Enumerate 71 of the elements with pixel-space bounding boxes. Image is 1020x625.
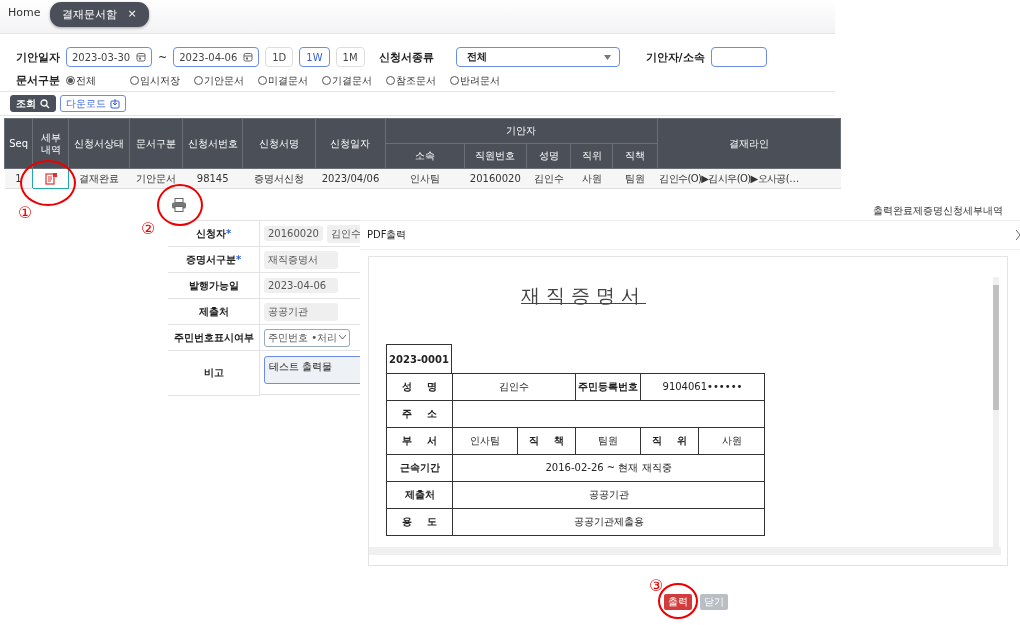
document-number: 2023-0001 [386,344,452,373]
field-label: 주민번호표시여부 [173,330,254,345]
table-cell: 주민등록번호 [575,373,641,401]
field-label: 신청자* [195,226,232,241]
annotation-number: ① [18,203,33,222]
radio-label: 참조문서 [396,73,436,88]
radio-label: 반려문서 [460,73,500,88]
table-cell: 근속기간 [386,454,453,482]
table-cell: 사원 [698,427,765,455]
date-field[interactable]: 2023-04-06 [173,47,260,67]
column-header: 신청서명 [242,118,316,169]
readonly-field: 2023-04-06 [264,278,338,293]
radio-label: 기안문서 [204,73,244,88]
dialog-title: PDF출력 [367,228,407,242]
table-cell: 공공기관제출용 [452,508,765,536]
column-header: 신청일자 [315,118,386,169]
column-header: 결재라인 [657,118,841,169]
tab[interactable]: 결재문서함 × [50,2,149,27]
field-label: 비고 [203,366,224,380]
field-label: 기안자/소속 [645,49,705,65]
annotation-number: ② [141,219,156,238]
table-cell: 팀원 [575,427,641,455]
column-header: 세부 내역 [32,118,69,169]
date-field[interactable]: 2023-03-30 [66,47,152,67]
field-label: 발행가능일 [188,278,239,293]
print-button[interactable]: 출력 [664,594,692,610]
range-button[interactable]: 1M [335,47,365,67]
range-button[interactable]: 1D [265,47,294,67]
table-cell: 공공기관 [452,481,765,509]
tab[interactable]: Home [8,6,41,19]
radio-label: 전체 [76,73,96,88]
range-separator: ~ [158,50,168,64]
table-cell: 인사팀 [452,427,518,455]
table-cell: 김인수 [452,373,576,401]
table-cell: 2023/04/06 [315,168,386,189]
field-label: 기안일자 [16,49,60,65]
table-cell: 2016-02-26 ~ 현재 재직중 [452,454,765,482]
close-icon[interactable]: × [127,7,137,22]
table-cell: 주 소 [386,400,453,428]
field-label: 증명서구분* [185,252,242,267]
column-header: Seq [4,118,33,169]
annotation-number: ③ [649,576,664,595]
download-button[interactable]: 다운로드 [60,95,126,112]
select-field[interactable]: 주민번호 •처리 [264,328,351,347]
table-cell: 성 명 [386,373,453,401]
readonly-field: 공공기관 [264,302,338,321]
radio-label: 기결문서 [332,73,372,88]
column-header: 신청서번호 [182,118,243,169]
field-label: 제출처 [198,304,229,319]
field-label: 문서구분 [16,73,60,88]
table-cell: 김인수(O)▶김시우(O)▶오사공(… [657,168,841,189]
column-header: 문서구분 [129,118,183,169]
readonly-field: 20160020 [264,226,323,241]
column-header: 신청서상태 [68,118,130,169]
document-title: 재직증명서 [521,283,646,308]
table-cell: 용 도 [386,508,453,536]
panel-title: 출력완료제증명신청세부내역 [873,204,1003,218]
search-button[interactable]: 조회 [10,95,56,112]
field-label: 신청서종류 [378,49,434,65]
table-cell: 부 서 [386,427,453,455]
column-header: 기안자 [385,118,658,144]
range-button[interactable]: 1W [299,47,330,67]
radio-label: 미결문서 [268,73,308,88]
table-cell: 직 책 [517,427,576,455]
table-cell: 9104061•••••• [640,373,765,401]
table-cell: 제출처 [386,481,453,509]
table-cell: 직 위 [640,427,699,455]
radio-label: 임시저장 [140,73,180,88]
table-cell: 20160020 [464,168,527,189]
type-dropdown[interactable]: 전체 [455,47,620,67]
readonly-field: 재직증명서 [264,250,338,269]
